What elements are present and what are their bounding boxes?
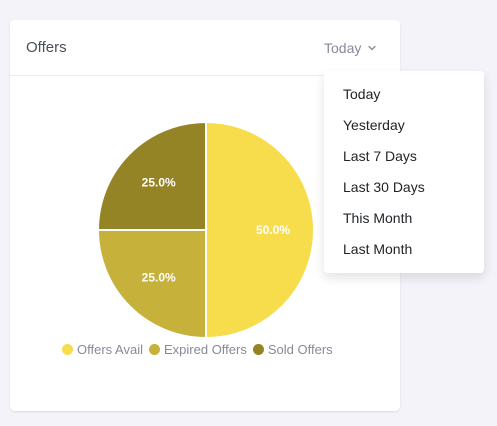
card-title: Offers — [26, 39, 67, 56]
chart-legend: Offers Avail Expired Offers Sold Offers — [62, 342, 339, 357]
dropdown-item-last-30-days[interactable]: Last 30 Days — [324, 172, 484, 203]
legend-swatch-offers-avail — [62, 344, 73, 355]
dropdown-item-this-month[interactable]: This Month — [324, 203, 484, 234]
card-header: Offers Today — [10, 20, 400, 76]
period-dropdown-toggle[interactable]: Today — [324, 39, 377, 57]
pie-data-label-offers-avail: 50.0% — [256, 223, 290, 237]
period-selected-label: Today — [324, 40, 362, 56]
dropdown-item-yesterday[interactable]: Yesterday — [324, 110, 484, 141]
chevron-down-icon — [368, 45, 377, 51]
legend-item-sold-offers[interactable]: Sold Offers — [252, 342, 333, 357]
legend-label-offers-avail: Offers Avail — [77, 342, 143, 357]
period-dropdown-menu: Today Yesterday Last 7 Days Last 30 Days… — [324, 71, 484, 273]
legend-label-sold-offers: Sold Offers — [267, 342, 333, 357]
legend-label-expired-offers: Expired Offers — [164, 342, 247, 357]
legend-swatch-sold-offers — [252, 344, 264, 355]
legend-item-offers-avail[interactable]: Offers Avail — [62, 342, 143, 357]
dropdown-item-last-7-days[interactable]: Last 7 Days — [324, 141, 484, 172]
dropdown-item-today[interactable]: Today — [324, 79, 484, 110]
pie-data-label-sold-offers: 25.0% — [142, 176, 176, 190]
pie-data-label-expired-offers: 25.0% — [142, 270, 176, 284]
legend-swatch-expired-offers — [149, 344, 160, 355]
dropdown-item-last-month[interactable]: Last Month — [324, 234, 484, 265]
legend-item-expired-offers[interactable]: Expired Offers — [149, 342, 247, 357]
